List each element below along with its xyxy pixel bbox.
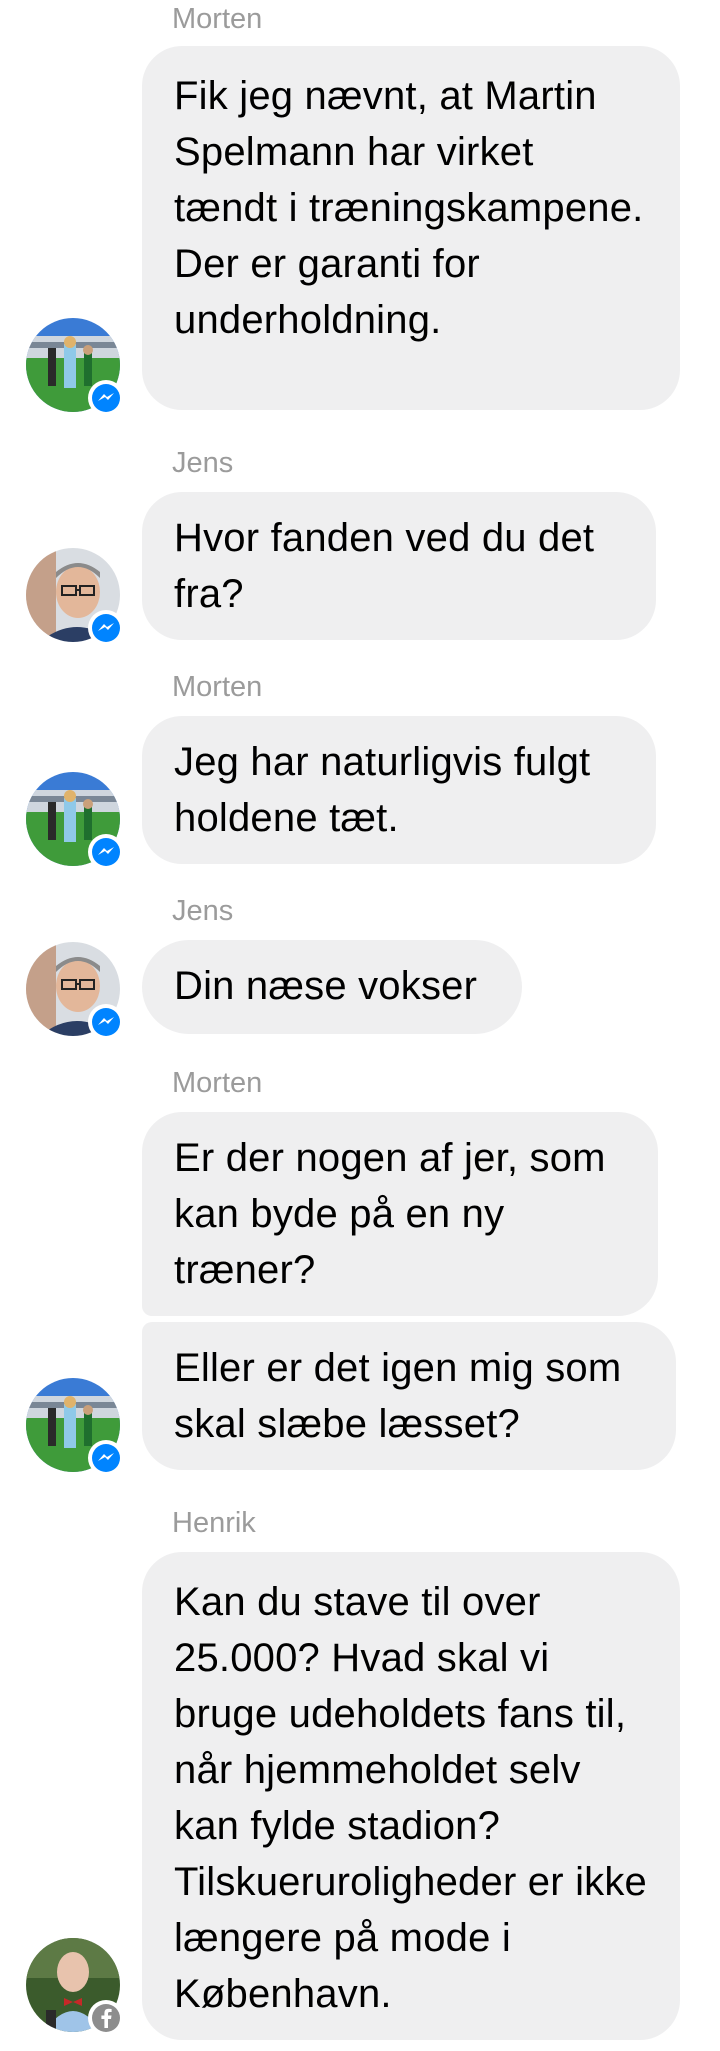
sender-name: Morten: [172, 671, 263, 703]
avatar-morten[interactable]: [26, 1378, 124, 1476]
message-text: Kan du stave til over 25.000? Hvad skal …: [174, 1580, 647, 2016]
avatar-henrik[interactable]: [26, 1938, 124, 2036]
messenger-badge-icon: [88, 1440, 124, 1476]
message-text: Hvor fanden ved du det fra?: [174, 516, 595, 616]
message-text: Din næse vokser: [174, 964, 478, 1008]
avatar-morten[interactable]: [26, 772, 124, 870]
message-bubble[interactable]: Eller er det igen mig som skal slæbe læs…: [142, 1322, 676, 1470]
message-bubble[interactable]: Jeg har naturligvis fulgt holdene tæt.: [142, 716, 656, 864]
sender-name: Jens: [172, 447, 234, 479]
sender-name: Morten: [172, 1067, 263, 1099]
messenger-badge-icon: [88, 834, 124, 870]
message-text: Er der nogen af jer, som kan byde på en …: [174, 1136, 606, 1292]
message-bubble[interactable]: Hvor fanden ved du det fra?: [142, 492, 656, 640]
avatar-jens[interactable]: [26, 548, 124, 646]
message-bubble[interactable]: Kan du stave til over 25.000? Hvad skal …: [142, 1552, 680, 2040]
message-text: Jeg har naturligvis fulgt holdene tæt.: [174, 740, 591, 840]
avatar-morten[interactable]: [26, 318, 124, 416]
sender-name: Morten: [172, 3, 263, 35]
facebook-badge-icon: [88, 2000, 124, 2036]
messenger-badge-icon: [88, 1004, 124, 1040]
messenger-badge-icon: [88, 380, 124, 416]
messenger-badge-icon: [88, 610, 124, 646]
avatar-jens[interactable]: [26, 942, 124, 1040]
message-bubble[interactable]: Fik jeg nævnt, at Martin Spelmann har vi…: [142, 46, 680, 410]
chat-thread: Morten Fik jeg nævnt, at Martin Spelmann…: [0, 0, 720, 2051]
message-text: Fik jeg nævnt, at Martin Spelmann har vi…: [174, 74, 644, 342]
message-text: Eller er det igen mig som skal slæbe læs…: [174, 1346, 622, 1446]
message-bubble[interactable]: Din næse vokser: [142, 940, 522, 1034]
message-bubble[interactable]: Er der nogen af jer, som kan byde på en …: [142, 1112, 658, 1316]
sender-name: Henrik: [172, 1507, 256, 1539]
sender-name: Jens: [172, 895, 234, 927]
